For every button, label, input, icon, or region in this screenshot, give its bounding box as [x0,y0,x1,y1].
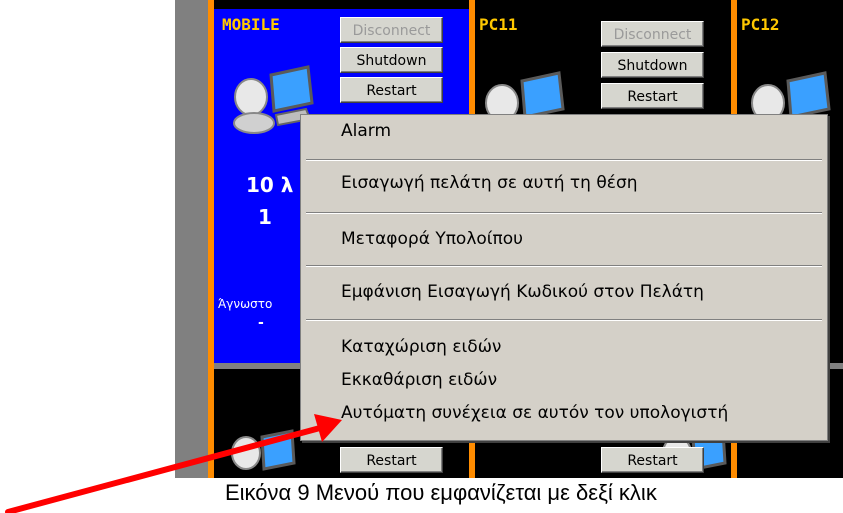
menu-separator [306,212,822,214]
shutdown-button[interactable]: Shutdown [601,52,704,78]
restart-button[interactable]: Restart [601,83,704,109]
restart-button[interactable]: Restart [601,447,704,473]
menu-item-alarm[interactable]: Alarm [341,121,391,141]
menu-separator [306,265,822,267]
station-name: MOBILE [222,15,280,34]
menu-item-auto-continue[interactable]: Αυτόματη συνέχεια σε αυτόν τον υπολογιστ… [341,403,728,423]
window-edge [175,0,208,478]
shutdown-button[interactable]: Shutdown [340,47,443,73]
menu-item-show-code-entry[interactable]: Εμφάνιση Εισαγωγή Κωδικού στον Πελάτη [341,282,704,302]
figure-caption: Εικόνα 9 Μενού που εμφανίζεται με δεξί κ… [225,480,657,505]
context-menu: Alarm Εισαγωγή πελάτη σε αυτή τη θέση Με… [300,114,828,441]
menu-separator [306,319,822,321]
restart-button[interactable]: Restart [340,447,443,473]
session-time: 10 λ [246,173,294,197]
menu-item-transfer-balance[interactable]: Μεταφορά Υπολοίπου [341,229,523,249]
restart-button[interactable]: Restart [340,77,443,103]
computer-user-icon [231,429,296,471]
station-name: PC12 [741,15,780,34]
disconnect-button[interactable]: Disconnect [340,17,443,43]
menu-separator [306,159,822,161]
disconnect-button[interactable]: Disconnect [601,21,704,47]
customer-status: Άγνωστο [218,297,273,311]
customer-status-dash: - [258,315,264,331]
session-count: 1 [258,205,272,229]
menu-item-clear-items[interactable]: Εκκαθάριση ειδών [341,370,497,390]
station-name: PC11 [479,15,518,34]
menu-item-add-customer[interactable]: Εισαγωγή πελάτη σε αυτή τη θέση [341,173,638,193]
menu-item-register-items[interactable]: Καταχώριση ειδών [341,337,501,357]
